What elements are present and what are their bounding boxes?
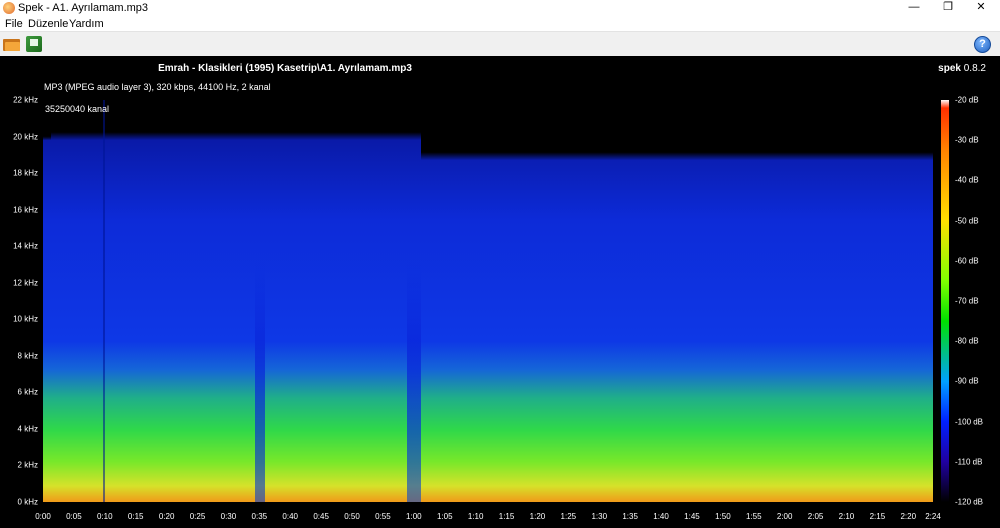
- time-tick: 1:05: [436, 512, 453, 521]
- freq-tick: 20 kHz: [13, 132, 38, 142]
- time-tick: 1:50: [715, 512, 731, 521]
- time-tick: 2:05: [807, 512, 824, 521]
- time-tick: 1:15: [498, 512, 515, 521]
- freq-tick: 2 kHz: [17, 460, 38, 470]
- db-tick: -30 dB: [955, 135, 979, 145]
- time-tick: 2:20: [900, 512, 917, 521]
- db-color-scale: [941, 100, 949, 502]
- freq-tick: 8 kHz: [17, 351, 38, 361]
- menu-bar: File Düzenle Yardım: [0, 17, 1000, 31]
- freq-tick: 14 kHz: [13, 241, 38, 251]
- time-tick: 0:20: [158, 512, 175, 521]
- help-icon[interactable]: ?: [974, 36, 991, 53]
- time-tick: 0:15: [127, 512, 144, 521]
- close-button[interactable]: ✕: [964, 0, 998, 17]
- freq-tick: 0 kHz: [17, 497, 38, 507]
- brand-name: spek: [938, 63, 961, 74]
- db-tick: -70 dB: [955, 296, 979, 306]
- time-tick: 1:25: [560, 512, 577, 521]
- time-tick: 2:24: [925, 512, 941, 521]
- menu-help[interactable]: Yardım: [69, 18, 104, 30]
- window-title: Spek - A1. Ayrılamam.mp3: [18, 2, 149, 14]
- time-tick: 1:35: [622, 512, 638, 521]
- db-tick: -20 dB: [955, 95, 979, 105]
- time-tick: 0:55: [375, 512, 391, 521]
- toolbar: ?: [0, 31, 1000, 56]
- spek-app-icon: [3, 2, 15, 14]
- db-tick: -120 dB: [955, 497, 984, 507]
- freq-tick: 4 kHz: [17, 424, 38, 434]
- db-tick: -110 dB: [955, 457, 983, 467]
- save-icon[interactable]: [26, 36, 42, 52]
- freq-tick: 16 kHz: [13, 205, 38, 215]
- time-tick: 1:45: [684, 512, 700, 521]
- time-tick: 1:10: [467, 512, 484, 521]
- frequency-axis: 22 kHz 20 kHz 18 kHz 16 kHz 14 kHz 12 kHz 10 k…: [0, 96, 42, 507]
- freq-tick: 6 kHz: [17, 387, 38, 397]
- db-tick: -90 dB: [955, 376, 979, 386]
- file-info: MP3 (MPEG audio layer 3), 320 kbps, 4410…: [44, 82, 271, 92]
- freq-tick: 10 kHz: [13, 314, 38, 324]
- time-tick: 0:40: [282, 512, 299, 521]
- db-tick: -60 dB: [955, 256, 979, 266]
- freq-tick: 12 kHz: [13, 278, 38, 288]
- time-tick: 2:00: [776, 512, 793, 521]
- db-tick: -40 dB: [955, 175, 979, 185]
- time-tick: 1:00: [406, 512, 422, 521]
- time-tick: 1:30: [591, 512, 608, 521]
- file-title: Emrah - Klasikleri (1995) Kasetrip\A1. A…: [158, 63, 412, 74]
- menu-file[interactable]: File: [5, 18, 23, 30]
- brand-label: spek 0.8.2: [938, 63, 986, 74]
- time-tick: 0:05: [66, 512, 82, 521]
- brand-version: 0.8.2: [963, 63, 986, 74]
- db-tick: -50 dB: [955, 216, 979, 226]
- time-tick: 0:10: [97, 512, 113, 521]
- spectrogram-image: [43, 100, 933, 502]
- time-tick: 1:20: [529, 512, 546, 521]
- time-tick: 2:15: [869, 512, 886, 521]
- time-tick: 1:55: [745, 512, 762, 521]
- time-tick: 0:00: [35, 512, 51, 521]
- time-tick: 0:45: [313, 512, 329, 521]
- title-bar: Spek - A1. Ayrılamam.mp3 — ❐ ✕: [0, 0, 1000, 17]
- db-tick: -80 dB: [955, 336, 979, 346]
- time-tick: 2:10: [838, 512, 855, 521]
- spectrogram-view: Emrah - Klasikleri (1995) Kasetrip\A1. A…: [0, 56, 1000, 528]
- time-tick: 0:30: [220, 512, 237, 521]
- freq-tick: 18 kHz: [13, 168, 38, 178]
- time-tick: 0:25: [189, 512, 206, 521]
- folder-open-icon[interactable]: [3, 37, 20, 51]
- time-tick: 1:40: [653, 512, 669, 521]
- channel-label: 35250040 kanal: [45, 104, 110, 114]
- time-tick: 0:35: [251, 512, 268, 521]
- maximize-button[interactable]: ❐: [931, 0, 965, 17]
- minimize-button[interactable]: —: [897, 0, 931, 17]
- menu-edit[interactable]: Düzenle: [28, 18, 68, 30]
- db-tick: -100 dB: [955, 417, 984, 427]
- time-tick: 0:50: [344, 512, 360, 521]
- freq-tick: 22 kHz: [13, 95, 38, 105]
